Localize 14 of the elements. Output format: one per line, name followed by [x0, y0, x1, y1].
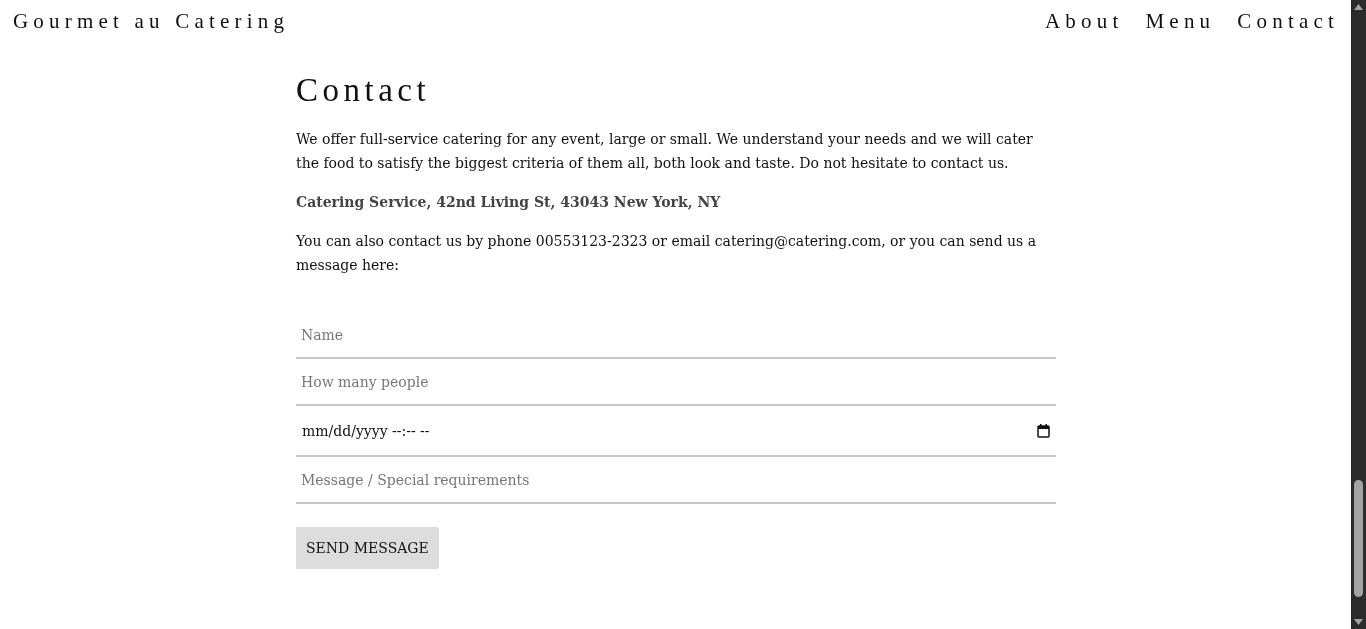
scroll-down-arrow-icon[interactable]: [1354, 619, 1363, 625]
intro-paragraph: We offer full-service catering for any event, large or small. We understand your needs and we will cater the food to satisfy the biggest criteria of them all, both look and taste. Do not hesitate to contact us.: [296, 130, 1034, 173]
calendar-icon[interactable]: [1037, 423, 1050, 438]
scrollbar-thumb[interactable]: [1354, 480, 1363, 597]
page-title: Contact: [296, 72, 432, 109]
nav-link[interactable]: Contact: [1237, 8, 1339, 34]
address-text: Catering Service, 42nd Living St, 43043 New York, NY: [296, 193, 722, 212]
send-message-button[interactable]: SEND MESSAGE: [296, 527, 439, 569]
nav-link[interactable]: Menu: [1145, 8, 1216, 34]
scroll-up-arrow-icon[interactable]: [1354, 4, 1363, 10]
site-brand: Gourmet au Catering: [13, 8, 290, 34]
nav-link[interactable]: About: [1045, 8, 1124, 34]
contact-paragraph: You can also contact us by phone 00553123-2323 or email catering@catering.com, or you can send us a message here:: [296, 232, 1038, 275]
scrollbar[interactable]: [1351, 0, 1366, 629]
